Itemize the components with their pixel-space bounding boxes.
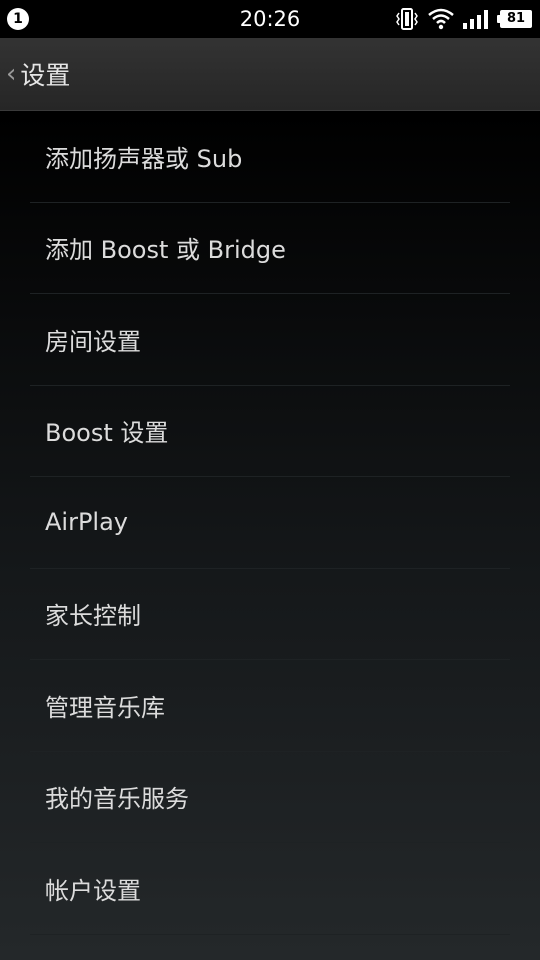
- settings-item-manage-library[interactable]: 管理音乐库: [30, 660, 510, 752]
- list-item-label: 房间设置: [45, 327, 141, 356]
- settings-item-room-settings[interactable]: 房间设置: [30, 294, 510, 386]
- vibrate-icon: [396, 8, 418, 30]
- list-item-label: 家长控制: [45, 602, 141, 631]
- settings-item-add-boost[interactable]: 添加 Boost 或 Bridge: [30, 203, 510, 294]
- settings-item-add-speaker[interactable]: 添加扬声器或 Sub: [30, 111, 510, 203]
- settings-item-parental-control[interactable]: 家长控制: [30, 569, 510, 660]
- signal-icon: [463, 10, 488, 29]
- settings-item-account-settings[interactable]: 帐户设置: [30, 843, 510, 935]
- back-button[interactable]: ‹ 设置: [0, 38, 70, 110]
- settings-item-boost-settings[interactable]: Boost 设置: [30, 386, 510, 477]
- list-item-label: AirPlay: [45, 508, 129, 537]
- list-item-label: 添加扬声器或 Sub: [45, 144, 243, 173]
- list-item-label: 添加 Boost 或 Bridge: [45, 236, 286, 265]
- status-bar: 1 20:26 81: [0, 0, 540, 38]
- battery-icon: 81: [497, 10, 532, 28]
- list-item-label: 管理音乐库: [45, 693, 165, 722]
- list-item-label: 帐户设置: [45, 876, 141, 905]
- list-item-label: 我的音乐服务: [45, 785, 189, 814]
- back-chevron-icon: ‹: [6, 59, 17, 89]
- wifi-icon: [428, 8, 454, 30]
- list-item-label: Boost 设置: [45, 419, 169, 448]
- settings-list: 添加扬声器或 Sub 添加 Boost 或 Bridge 房间设置 Boost …: [0, 111, 540, 960]
- settings-item-music-services[interactable]: 我的音乐服务: [30, 752, 510, 843]
- clock: 20:26: [239, 7, 301, 31]
- settings-item-airplay[interactable]: AirPlay: [30, 477, 510, 569]
- page-title: 设置: [20, 61, 71, 90]
- action-bar: ‹ 设置: [0, 38, 540, 111]
